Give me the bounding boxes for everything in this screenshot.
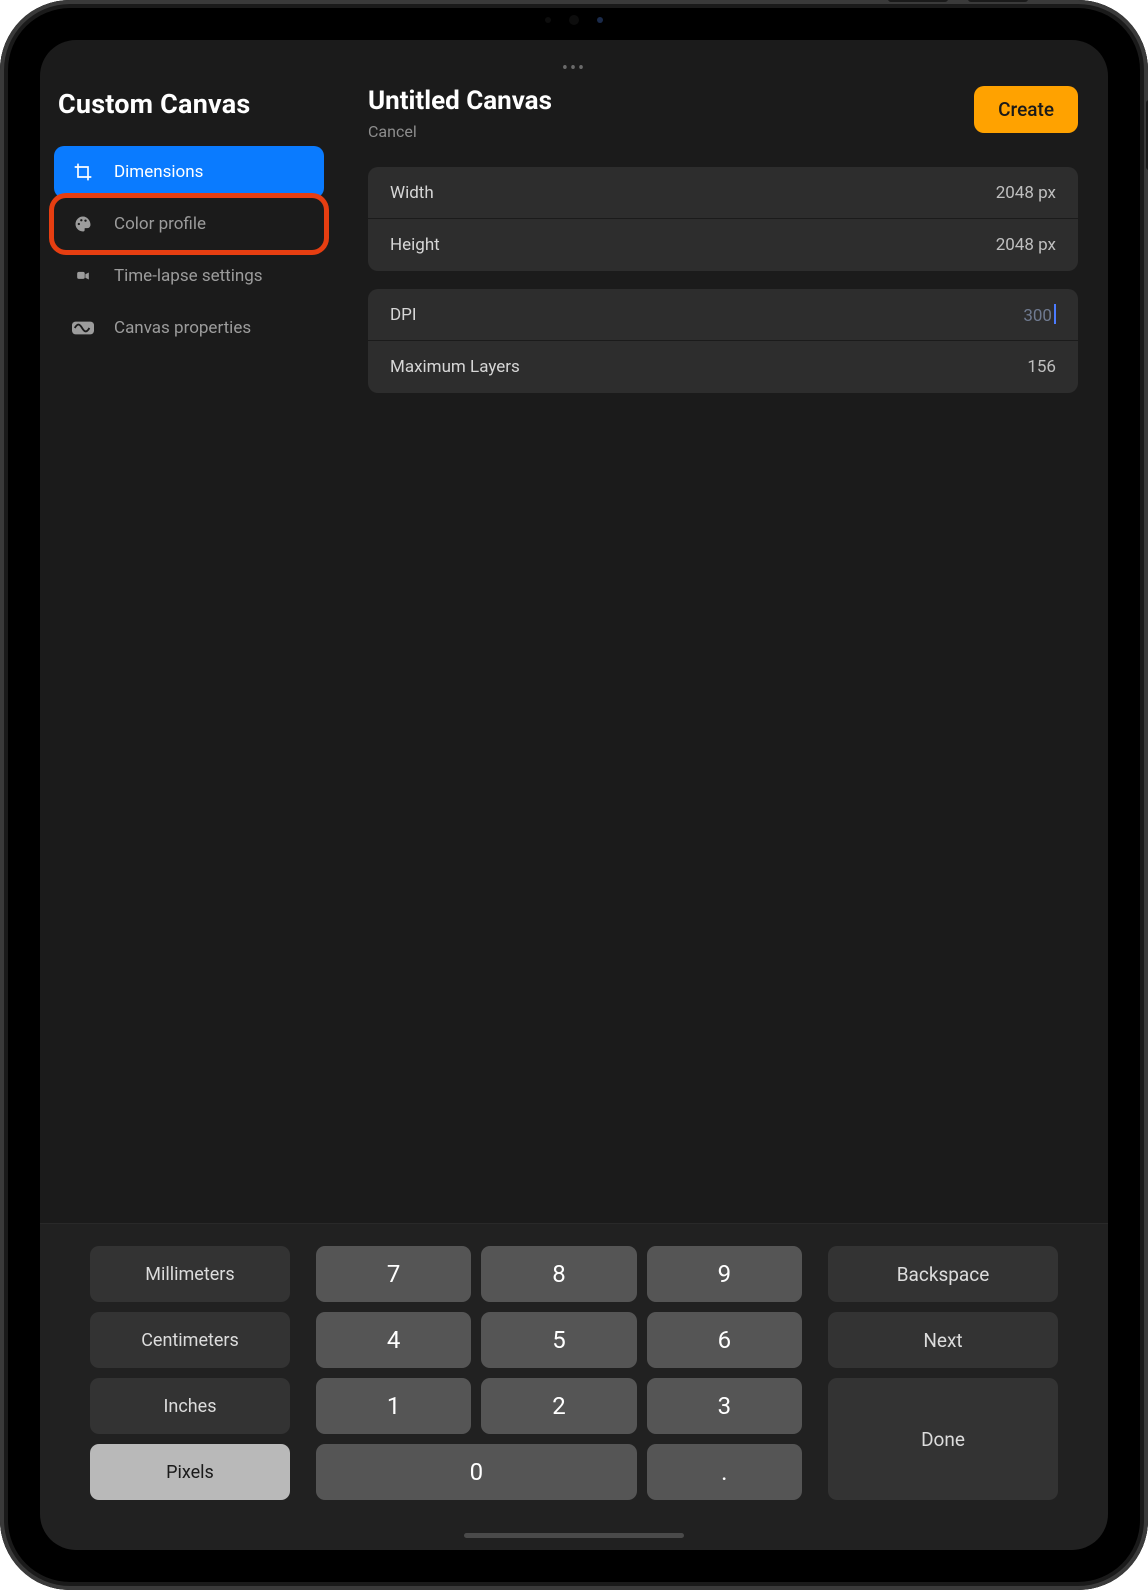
dpi-row[interactable]: DPI 300 [368, 289, 1078, 341]
unit-column: Millimeters Centimeters Inches Pixels [90, 1246, 290, 1500]
ipad-frame: ••• Custom Canvas Dimensions [0, 0, 1148, 1590]
custom-canvas-sheet: Custom Canvas Dimensions [40, 40, 1108, 1550]
home-indicator[interactable] [464, 1533, 684, 1538]
width-row[interactable]: Width 2048 px [368, 167, 1078, 219]
key-1[interactable]: 1 [316, 1378, 471, 1434]
height-label: Height [390, 235, 440, 255]
create-button[interactable]: Create [974, 86, 1078, 133]
key-7[interactable]: 7 [316, 1246, 471, 1302]
sidebar-item-label: Color profile [114, 214, 206, 234]
sidebar-item-timelapse[interactable]: Time-lapse settings [54, 250, 324, 302]
volume-up-button [968, 0, 1028, 2]
cancel-button[interactable]: Cancel [368, 122, 552, 141]
sidebar-item-canvas-properties[interactable]: Canvas properties [54, 302, 324, 354]
text-caret-icon [1054, 304, 1056, 324]
sidebar-item-color-profile[interactable]: Color profile [54, 198, 324, 250]
dpi-label: DPI [390, 305, 417, 325]
height-row[interactable]: Height 2048 px [368, 219, 1078, 271]
max-layers-row[interactable]: Maximum Layers 156 [368, 341, 1078, 393]
unit-centimeters[interactable]: Centimeters [90, 1312, 290, 1368]
sidebar-item-label: Canvas properties [114, 318, 251, 338]
sidebar-item-dimensions[interactable]: Dimensions [54, 146, 324, 198]
camera-bar [494, 12, 654, 28]
wave-icon [72, 317, 94, 339]
max-layers-label: Maximum Layers [390, 357, 520, 377]
key-2[interactable]: 2 [481, 1378, 636, 1434]
dpi-group: DPI 300 Maximum Layers 156 [368, 289, 1078, 393]
palette-icon [72, 213, 94, 235]
unit-inches[interactable]: Inches [90, 1378, 290, 1434]
key-3[interactable]: 3 [647, 1378, 802, 1434]
key-5[interactable]: 5 [481, 1312, 636, 1368]
sidebar-title: Custom Canvas [54, 80, 324, 146]
content: Untitled Canvas Cancel Create Width 2048… [338, 40, 1108, 1223]
crop-icon [72, 161, 94, 183]
key-9[interactable]: 9 [647, 1246, 802, 1302]
numeric-keypad: Millimeters Centimeters Inches Pixels 7 … [40, 1223, 1108, 1550]
keypad-actions: Backspace Next Done [828, 1246, 1058, 1500]
key-4[interactable]: 4 [316, 1312, 471, 1368]
unit-millimeters[interactable]: Millimeters [90, 1246, 290, 1302]
width-value: 2048 px [996, 183, 1056, 203]
done-button[interactable]: Done [828, 1378, 1058, 1500]
key-6[interactable]: 6 [647, 1312, 802, 1368]
height-value: 2048 px [996, 235, 1056, 255]
sidebar-item-label: Time-lapse settings [114, 266, 263, 286]
max-layers-value: 156 [1027, 357, 1056, 377]
backspace-button[interactable]: Backspace [828, 1246, 1058, 1302]
screen: ••• Custom Canvas Dimensions [40, 40, 1108, 1550]
sidebar-item-label: Dimensions [114, 162, 203, 182]
sidebar: Custom Canvas Dimensions [40, 40, 338, 1223]
key-decimal[interactable]: . [647, 1444, 802, 1500]
video-icon [72, 265, 94, 287]
dimension-group: Width 2048 px Height 2048 px [368, 167, 1078, 271]
canvas-title[interactable]: Untitled Canvas [368, 86, 552, 116]
numpad: 7 8 9 4 5 6 1 2 3 0 . [316, 1246, 802, 1500]
volume-down-button [888, 0, 948, 2]
next-button[interactable]: Next [828, 1312, 1058, 1368]
key-8[interactable]: 8 [481, 1246, 636, 1302]
key-0[interactable]: 0 [316, 1444, 637, 1500]
width-label: Width [390, 183, 434, 203]
unit-pixels[interactable]: Pixels [90, 1444, 290, 1500]
dpi-value: 300 [1023, 304, 1056, 326]
